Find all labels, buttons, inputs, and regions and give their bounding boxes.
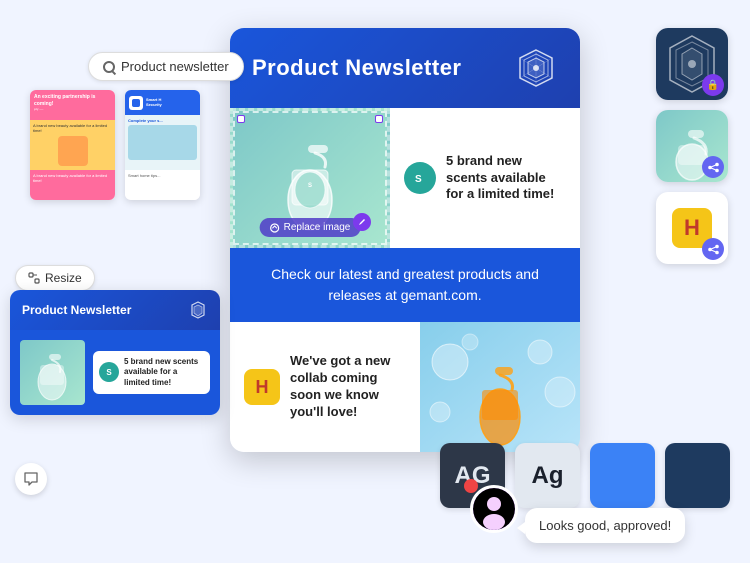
color-swatch-dark-blue[interactable] xyxy=(665,443,730,508)
sp-scent-icon: S xyxy=(99,362,119,382)
tc2-footer: Smart home tips... xyxy=(125,170,200,200)
search-icon xyxy=(103,61,115,73)
replace-image-button[interactable]: Replace image xyxy=(260,218,361,237)
search-value: Product newsletter xyxy=(121,59,229,74)
edit-pencil-icon xyxy=(357,217,367,227)
right-icon-2[interactable] xyxy=(656,110,728,182)
resize-icon xyxy=(28,272,40,284)
template-card-1[interactable]: An exciting partnership is coming! pty -… xyxy=(30,90,115,200)
section2-text: Check our latest and greatest products a… xyxy=(252,264,558,306)
search-bar[interactable]: Product newsletter xyxy=(88,52,244,81)
collab-product-image xyxy=(420,322,580,452)
speech-text: Looks good, approved! xyxy=(539,518,671,533)
collab-spray-icon xyxy=(420,322,580,452)
sp-header: Product Newsletter xyxy=(10,290,220,330)
brand-logo-icon xyxy=(514,46,558,90)
spray-bottle-icon: S xyxy=(260,115,360,235)
avatar-image xyxy=(473,488,515,530)
svg-text:S: S xyxy=(308,183,312,189)
tc2-header: Smart HSecurity xyxy=(125,90,200,115)
sp-text-area: S 5 brand new scents available for a lim… xyxy=(93,351,210,394)
resize-button[interactable]: Resize xyxy=(15,265,95,291)
product-image[interactable]: S Replace image xyxy=(230,108,390,248)
tc1-header: An exciting partnership is coming! pty -… xyxy=(30,90,115,120)
sp-scent-text: 5 brand new scents available for a limit… xyxy=(124,357,204,388)
user-avatar[interactable] xyxy=(470,485,518,533)
lock-badge-1: 🔒 xyxy=(702,74,724,96)
sp-product-image xyxy=(20,340,85,405)
sp-title: Product Newsletter xyxy=(22,303,131,317)
right-icons-panel: 🔒 H xyxy=(656,28,728,264)
mc-section1-text-area: S 5 brand new scents available for a lim… xyxy=(390,108,580,248)
tc1-footer: A brand new beauty available for a limit… xyxy=(30,170,115,200)
mc-section1: S Replace image S 5 brand new scents ava… xyxy=(230,108,580,248)
mc-collab-text-area: H We've got a new collab coming soon we … xyxy=(230,322,420,452)
share-badge-2 xyxy=(702,156,724,178)
share-icon xyxy=(708,162,719,173)
mc-card-header: Product Newsletter xyxy=(230,28,580,108)
share-icon-2 xyxy=(708,244,719,255)
right-icon-3[interactable]: H xyxy=(656,192,728,264)
mc-card-title: Product Newsletter xyxy=(252,55,462,81)
ag-light-label: Ag xyxy=(532,462,564,490)
mc-section3: H We've got a new collab coming soon we … xyxy=(230,322,580,452)
svg-text:S: S xyxy=(415,174,422,185)
edit-icon-small[interactable] xyxy=(353,213,371,231)
avatar-area: Looks good, approved! xyxy=(470,485,518,533)
replace-image-label: Replace image xyxy=(284,222,351,233)
speech-bubble: Looks good, approved! xyxy=(525,508,685,543)
sp-brand-logo-icon xyxy=(188,300,208,320)
scent-brand-icon: S xyxy=(404,162,436,194)
replace-icon xyxy=(270,223,280,233)
template-card-2[interactable]: Smart HSecurity Complete your s... Smart… xyxy=(125,90,200,200)
main-newsletter-card: Product Newsletter xyxy=(230,28,580,452)
right-icon-1[interactable]: 🔒 xyxy=(656,28,728,100)
sp-spray-icon xyxy=(20,340,85,405)
small-preview-card: Product Newsletter S 5 brand new scents … xyxy=(10,290,220,415)
feedback-icon[interactable] xyxy=(15,463,47,495)
tc2-body: Complete your s... xyxy=(125,115,200,170)
resize-label: Resize xyxy=(45,271,82,285)
h-brand-icon: H xyxy=(244,369,280,405)
sp-body: S 5 brand new scents available for a lim… xyxy=(10,330,220,415)
scent-description: 5 brand new scents available for a limit… xyxy=(446,153,566,204)
s-brand-icon: S xyxy=(412,170,428,186)
share-badge-3 xyxy=(702,238,724,260)
comment-icon xyxy=(23,471,39,487)
font-ag-light[interactable]: Ag xyxy=(515,443,580,508)
tc1-body: A brand new beauty available for a limit… xyxy=(30,120,115,170)
collab-description: We've got a new collab coming soon we kn… xyxy=(290,353,406,421)
notification-dot xyxy=(464,479,478,493)
mc-section2: Check our latest and greatest products a… xyxy=(230,248,580,322)
color-swatch-blue[interactable] xyxy=(590,443,655,508)
